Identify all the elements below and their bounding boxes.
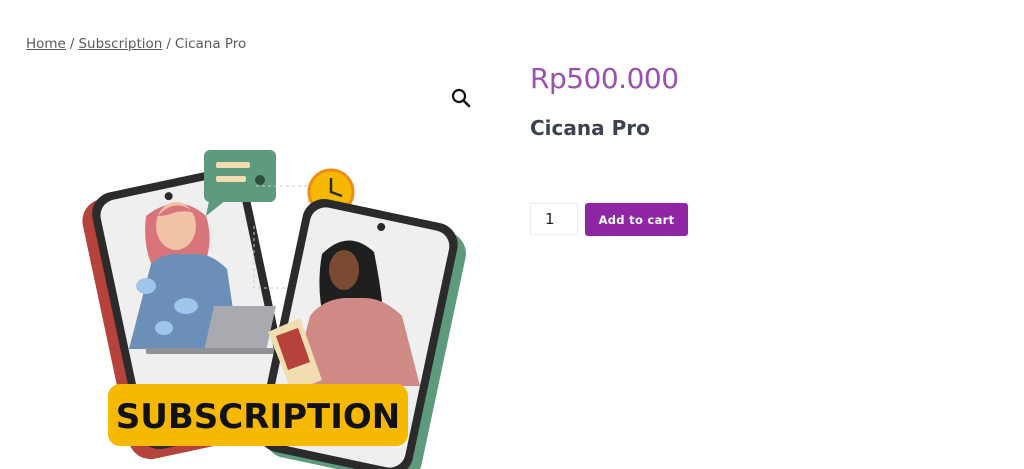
magnifier-icon[interactable] — [450, 87, 472, 109]
product-title: Cicana Pro — [530, 116, 650, 140]
product-image[interactable]: SUBSCRIPTION — [26, 66, 486, 469]
product-page: Home / Subscription / Cicana Pro SUBSCRI… — [0, 0, 1024, 469]
add-to-cart-button[interactable]: Add to cart — [585, 203, 688, 236]
subscription-banner-text: SUBSCRIPTION — [116, 397, 400, 437]
breadcrumb-home-link[interactable]: Home — [26, 36, 66, 52]
breadcrumb-subscription-link[interactable]: Subscription — [78, 36, 162, 52]
product-gallery: SUBSCRIPTION — [26, 66, 486, 469]
product-price: Rp500.000 — [530, 62, 679, 95]
quantity-input[interactable] — [530, 203, 578, 235]
breadcrumb: Home / Subscription / Cicana Pro — [26, 36, 246, 52]
breadcrumb-separator: / — [69, 36, 75, 52]
breadcrumb-separator: / — [166, 36, 171, 52]
breadcrumb-current: Cicana Pro — [174, 36, 247, 52]
